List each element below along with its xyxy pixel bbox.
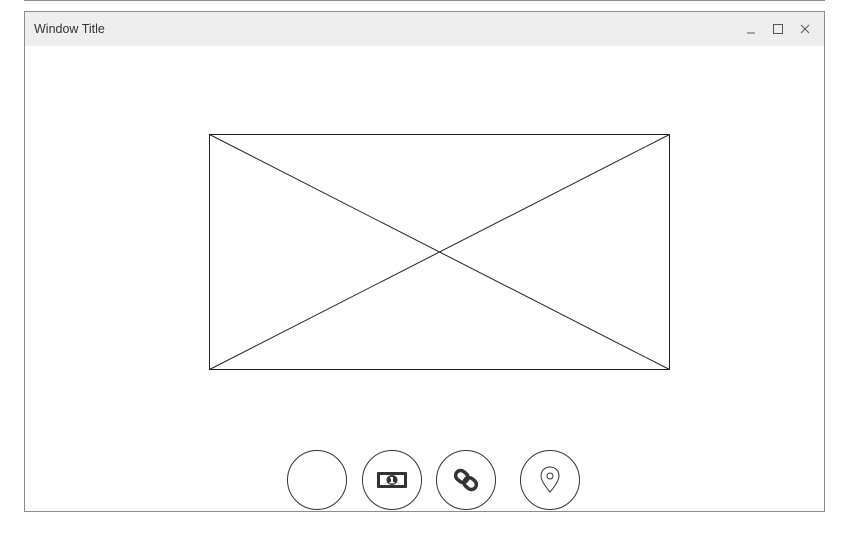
minimize-icon <box>746 32 755 34</box>
money-bill-icon <box>377 472 407 488</box>
window-title: Window Title <box>34 22 105 36</box>
close-icon <box>800 24 809 34</box>
top-divider <box>24 0 825 1</box>
title-bar[interactable]: Window Title <box>25 12 824 46</box>
app-window: Window Title <box>24 11 825 512</box>
maximize-button[interactable] <box>764 19 791 39</box>
window-controls <box>737 19 818 39</box>
location-button[interactable] <box>520 450 580 510</box>
minimize-button[interactable] <box>737 19 764 39</box>
map-pin-icon <box>540 466 560 493</box>
blank-circle-button[interactable] <box>287 450 347 510</box>
maximize-icon <box>772 24 783 34</box>
link-button[interactable] <box>436 450 496 510</box>
close-button[interactable] <box>791 19 818 39</box>
money-button[interactable] <box>362 450 422 510</box>
image-placeholder <box>209 134 670 370</box>
link-icon <box>453 468 479 492</box>
